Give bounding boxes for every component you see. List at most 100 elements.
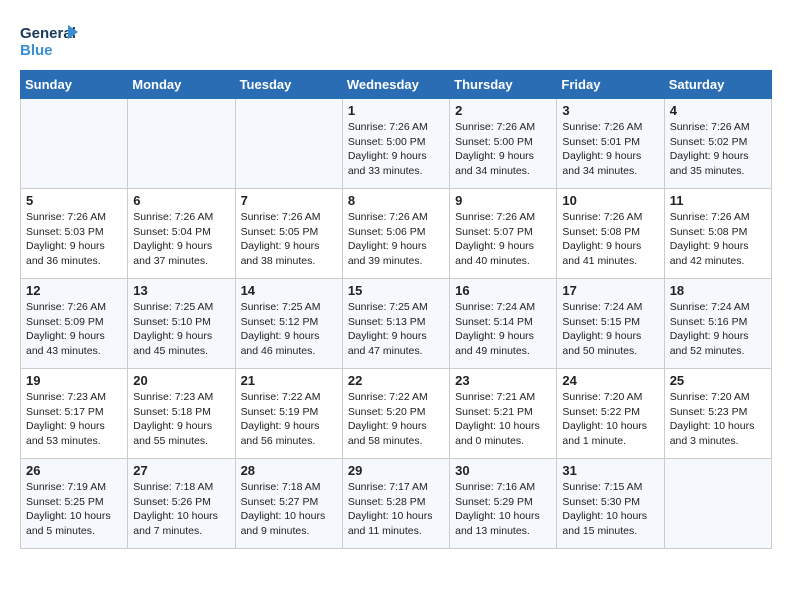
day-number: 20 bbox=[133, 373, 229, 388]
calendar-cell: 2 Sunrise: 7:26 AM Sunset: 5:00 PM Daylig… bbox=[450, 99, 557, 189]
calendar-cell: 14 Sunrise: 7:25 AM Sunset: 5:12 PM Dayli… bbox=[235, 279, 342, 369]
day-number: 8 bbox=[348, 193, 444, 208]
weekday-header: Thursday bbox=[450, 71, 557, 99]
day-info: Sunrise: 7:20 AM Sunset: 5:22 PM Dayligh… bbox=[562, 390, 658, 449]
calendar-table: SundayMondayTuesdayWednesdayThursdayFrid… bbox=[20, 70, 772, 549]
calendar-cell: 7Sunrise: 7:26 AM Sunset: 5:05 PM Daylig… bbox=[235, 189, 342, 279]
calendar-cell: 6 Sunrise: 7:26 AM Sunset: 5:04 PM Daylig… bbox=[128, 189, 235, 279]
day-number: 9 bbox=[455, 193, 551, 208]
day-number: 19 bbox=[26, 373, 122, 388]
day-info: Sunrise: 7:21 AM Sunset: 5:21 PM Dayligh… bbox=[455, 390, 551, 449]
day-info: Sunrise: 7:25 AM Sunset: 5:13 PM Dayligh… bbox=[348, 300, 444, 359]
day-number: 21 bbox=[241, 373, 337, 388]
calendar-cell: 29 Sunrise: 7:17 AM Sunset: 5:28 PM Dayli… bbox=[342, 459, 449, 549]
calendar-week-row: 26 Sunrise: 7:19 AM Sunset: 5:25 PM Dayli… bbox=[21, 459, 772, 549]
calendar-cell: 3 Sunrise: 7:26 AM Sunset: 5:01 PM Daylig… bbox=[557, 99, 664, 189]
day-info: Sunrise: 7:26 AM Sunset: 5:07 PM Dayligh… bbox=[455, 210, 551, 269]
calendar-week-row: 12 Sunrise: 7:26 AM Sunset: 5:09 PM Dayli… bbox=[21, 279, 772, 369]
calendar-cell bbox=[235, 99, 342, 189]
calendar-cell: 17 Sunrise: 7:24 AM Sunset: 5:15 PM Dayli… bbox=[557, 279, 664, 369]
calendar-cell: 26 Sunrise: 7:19 AM Sunset: 5:25 PM Dayli… bbox=[21, 459, 128, 549]
day-info: Sunrise: 7:23 AM Sunset: 5:17 PM Dayligh… bbox=[26, 390, 122, 449]
day-info: Sunrise: 7:23 AM Sunset: 5:18 PM Dayligh… bbox=[133, 390, 229, 449]
day-info: Sunrise: 7:24 AM Sunset: 5:15 PM Dayligh… bbox=[562, 300, 658, 359]
calendar-header-row: SundayMondayTuesdayWednesdayThursdayFrid… bbox=[21, 71, 772, 99]
calendar-week-row: 19 Sunrise: 7:23 AM Sunset: 5:17 PM Dayli… bbox=[21, 369, 772, 459]
svg-text:Blue: Blue bbox=[20, 42, 53, 59]
svg-text:General: General bbox=[20, 25, 76, 42]
calendar-cell: 22 Sunrise: 7:22 AM Sunset: 5:20 PM Dayli… bbox=[342, 369, 449, 459]
calendar-cell: 5 Sunrise: 7:26 AM Sunset: 5:03 PM Daylig… bbox=[21, 189, 128, 279]
day-number: 5 bbox=[26, 193, 122, 208]
logo: GeneralBlue bbox=[20, 20, 80, 60]
weekday-header: Tuesday bbox=[235, 71, 342, 99]
calendar-cell: 10Sunrise: 7:26 AM Sunset: 5:08 PM Dayli… bbox=[557, 189, 664, 279]
day-number: 13 bbox=[133, 283, 229, 298]
day-info: Sunrise: 7:26 AM Sunset: 5:02 PM Dayligh… bbox=[670, 120, 766, 179]
calendar-week-row: 1 Sunrise: 7:26 AM Sunset: 5:00 PM Daylig… bbox=[21, 99, 772, 189]
day-info: Sunrise: 7:15 AM Sunset: 5:30 PM Dayligh… bbox=[562, 480, 658, 539]
day-info: Sunrise: 7:26 AM Sunset: 5:04 PM Dayligh… bbox=[133, 210, 229, 269]
day-number: 29 bbox=[348, 463, 444, 478]
day-number: 17 bbox=[562, 283, 658, 298]
day-number: 11 bbox=[670, 193, 766, 208]
day-number: 12 bbox=[26, 283, 122, 298]
day-info: Sunrise: 7:26 AM Sunset: 5:00 PM Dayligh… bbox=[455, 120, 551, 179]
day-number: 6 bbox=[133, 193, 229, 208]
calendar-cell: 11 Sunrise: 7:26 AM Sunset: 5:08 PM Dayli… bbox=[664, 189, 771, 279]
calendar-cell: 25Sunrise: 7:20 AM Sunset: 5:23 PM Dayli… bbox=[664, 369, 771, 459]
calendar-cell: 28 Sunrise: 7:18 AM Sunset: 5:27 PM Dayli… bbox=[235, 459, 342, 549]
day-info: Sunrise: 7:26 AM Sunset: 5:09 PM Dayligh… bbox=[26, 300, 122, 359]
weekday-header: Friday bbox=[557, 71, 664, 99]
day-info: Sunrise: 7:26 AM Sunset: 5:01 PM Dayligh… bbox=[562, 120, 658, 179]
day-info: Sunrise: 7:25 AM Sunset: 5:12 PM Dayligh… bbox=[241, 300, 337, 359]
calendar-cell: 8 Sunrise: 7:26 AM Sunset: 5:06 PM Daylig… bbox=[342, 189, 449, 279]
calendar-cell bbox=[664, 459, 771, 549]
calendar-cell bbox=[21, 99, 128, 189]
day-number: 16 bbox=[455, 283, 551, 298]
day-number: 3 bbox=[562, 103, 658, 118]
day-number: 1 bbox=[348, 103, 444, 118]
day-info: Sunrise: 7:26 AM Sunset: 5:08 PM Dayligh… bbox=[670, 210, 766, 269]
calendar-cell: 21 Sunrise: 7:22 AM Sunset: 5:19 PM Dayli… bbox=[235, 369, 342, 459]
day-number: 24 bbox=[562, 373, 658, 388]
day-number: 14 bbox=[241, 283, 337, 298]
day-number: 28 bbox=[241, 463, 337, 478]
calendar-cell: 30Sunrise: 7:16 AM Sunset: 5:29 PM Dayli… bbox=[450, 459, 557, 549]
calendar-cell: 1 Sunrise: 7:26 AM Sunset: 5:00 PM Daylig… bbox=[342, 99, 449, 189]
calendar-cell: 24 Sunrise: 7:20 AM Sunset: 5:22 PM Dayli… bbox=[557, 369, 664, 459]
day-number: 4 bbox=[670, 103, 766, 118]
day-number: 22 bbox=[348, 373, 444, 388]
calendar-cell: 13 Sunrise: 7:25 AM Sunset: 5:10 PM Dayli… bbox=[128, 279, 235, 369]
day-info: Sunrise: 7:25 AM Sunset: 5:10 PM Dayligh… bbox=[133, 300, 229, 359]
day-number: 30 bbox=[455, 463, 551, 478]
day-number: 2 bbox=[455, 103, 551, 118]
calendar-cell: 19 Sunrise: 7:23 AM Sunset: 5:17 PM Dayli… bbox=[21, 369, 128, 459]
day-info: Sunrise: 7:17 AM Sunset: 5:28 PM Dayligh… bbox=[348, 480, 444, 539]
logo-icon: GeneralBlue bbox=[20, 20, 80, 60]
weekday-header: Sunday bbox=[21, 71, 128, 99]
calendar-cell: 27Sunrise: 7:18 AM Sunset: 5:26 PM Dayli… bbox=[128, 459, 235, 549]
calendar-cell: 23Sunrise: 7:21 AM Sunset: 5:21 PM Dayli… bbox=[450, 369, 557, 459]
calendar-week-row: 5 Sunrise: 7:26 AM Sunset: 5:03 PM Daylig… bbox=[21, 189, 772, 279]
day-number: 26 bbox=[26, 463, 122, 478]
day-info: Sunrise: 7:24 AM Sunset: 5:16 PM Dayligh… bbox=[670, 300, 766, 359]
day-info: Sunrise: 7:26 AM Sunset: 5:00 PM Dayligh… bbox=[348, 120, 444, 179]
day-number: 18 bbox=[670, 283, 766, 298]
day-info: Sunrise: 7:22 AM Sunset: 5:19 PM Dayligh… bbox=[241, 390, 337, 449]
calendar-cell: 20 Sunrise: 7:23 AM Sunset: 5:18 PM Dayli… bbox=[128, 369, 235, 459]
day-number: 27 bbox=[133, 463, 229, 478]
day-info: Sunrise: 7:20 AM Sunset: 5:23 PM Dayligh… bbox=[670, 390, 766, 449]
day-info: Sunrise: 7:26 AM Sunset: 5:06 PM Dayligh… bbox=[348, 210, 444, 269]
day-info: Sunrise: 7:26 AM Sunset: 5:08 PM Dayligh… bbox=[562, 210, 658, 269]
day-info: Sunrise: 7:24 AM Sunset: 5:14 PM Dayligh… bbox=[455, 300, 551, 359]
day-info: Sunrise: 7:18 AM Sunset: 5:27 PM Dayligh… bbox=[241, 480, 337, 539]
calendar-cell: 9 Sunrise: 7:26 AM Sunset: 5:07 PM Daylig… bbox=[450, 189, 557, 279]
day-info: Sunrise: 7:19 AM Sunset: 5:25 PM Dayligh… bbox=[26, 480, 122, 539]
calendar-cell: 16 Sunrise: 7:24 AM Sunset: 5:14 PM Dayli… bbox=[450, 279, 557, 369]
calendar-cell: 12 Sunrise: 7:26 AM Sunset: 5:09 PM Dayli… bbox=[21, 279, 128, 369]
day-info: Sunrise: 7:22 AM Sunset: 5:20 PM Dayligh… bbox=[348, 390, 444, 449]
day-info: Sunrise: 7:26 AM Sunset: 5:05 PM Dayligh… bbox=[241, 210, 337, 269]
page-header: GeneralBlue bbox=[20, 20, 772, 60]
day-info: Sunrise: 7:26 AM Sunset: 5:03 PM Dayligh… bbox=[26, 210, 122, 269]
